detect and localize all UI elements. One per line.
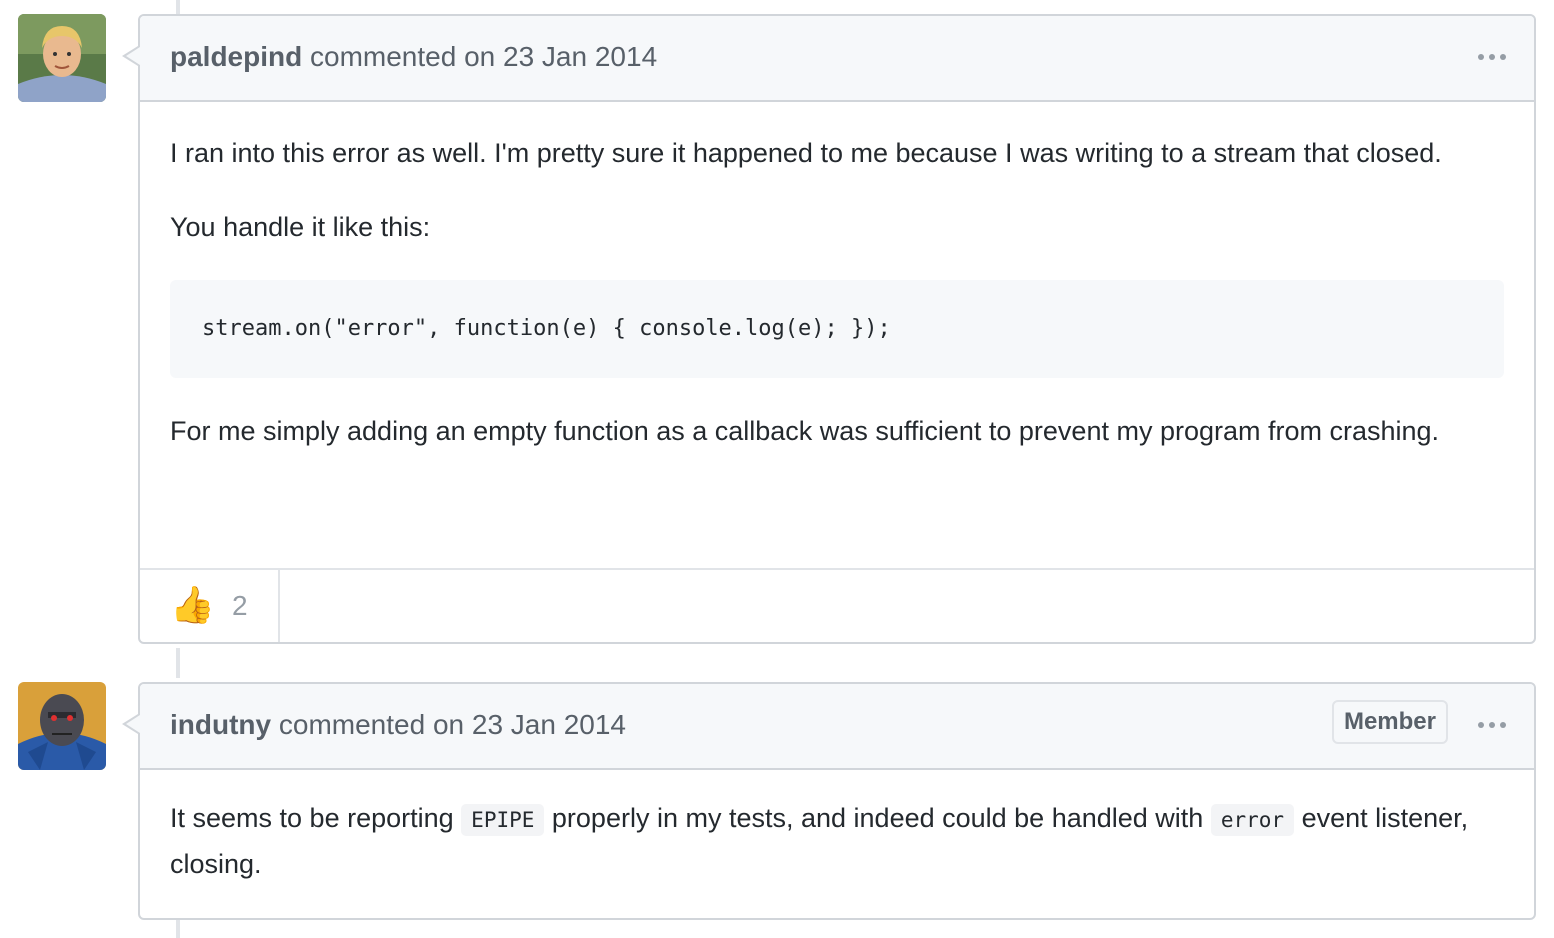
comment-paragraph: You handle it like this: [170, 212, 431, 242]
inline-code: error [1210, 804, 1295, 836]
reactions-bar: 👍 2 [140, 568, 1534, 642]
comment-header: indutny commented on 23 Jan 2014 Member [140, 684, 1534, 770]
comment-paragraph: For me simply adding an empty function a… [170, 416, 1440, 446]
author-link[interactable]: indutny [170, 709, 271, 740]
reaction-button-thumbs-up[interactable]: 👍 2 [140, 570, 280, 642]
comment-header: paldepind commented on 23 Jan 2014 [140, 16, 1534, 102]
avatar-indutny[interactable] [18, 682, 106, 770]
timeline-line-middle [176, 648, 180, 678]
comment-body: It seems to be reporting EPIPE properly … [140, 770, 1534, 886]
inline-code: EPIPE [461, 804, 545, 836]
avatar-paldepind[interactable] [18, 14, 106, 102]
thumbs-up-icon: 👍 [170, 584, 215, 625]
kebab-horizontal-icon[interactable] [1478, 722, 1506, 730]
code-block: stream.on("error", function(e) { console… [170, 280, 1504, 378]
comment-paragraph: It seems to be reporting EPIPE properly … [170, 796, 1504, 886]
text-segment: It seems to be reporting [170, 803, 454, 833]
timeline-line-bottom [176, 920, 180, 938]
comment-header-text: paldepind commented on 23 Jan 2014 [170, 41, 657, 73]
text-segment: properly in my tests, and indeed could b… [551, 803, 1204, 833]
timeline-line-top [176, 0, 180, 14]
member-badge: Member [1331, 700, 1448, 744]
comment-paragraph: I ran into this error as well. I'm prett… [170, 138, 1442, 168]
comment-timestamp[interactable]: commented on 23 Jan 2014 [310, 41, 657, 72]
comment-body: I ran into this error as well. I'm prett… [140, 102, 1534, 452]
comment-header-text: indutny commented on 23 Jan 2014 [170, 709, 626, 741]
comment-card: paldepind commented on 23 Jan 2014 I ran… [122, 14, 1536, 644]
reaction-count: 2 [232, 590, 248, 621]
kebab-horizontal-icon[interactable] [1478, 54, 1506, 62]
comment-card: indutny commented on 23 Jan 2014 Member … [122, 682, 1536, 920]
author-link[interactable]: paldepind [170, 41, 302, 72]
comment-timestamp[interactable]: commented on 23 Jan 2014 [279, 709, 626, 740]
